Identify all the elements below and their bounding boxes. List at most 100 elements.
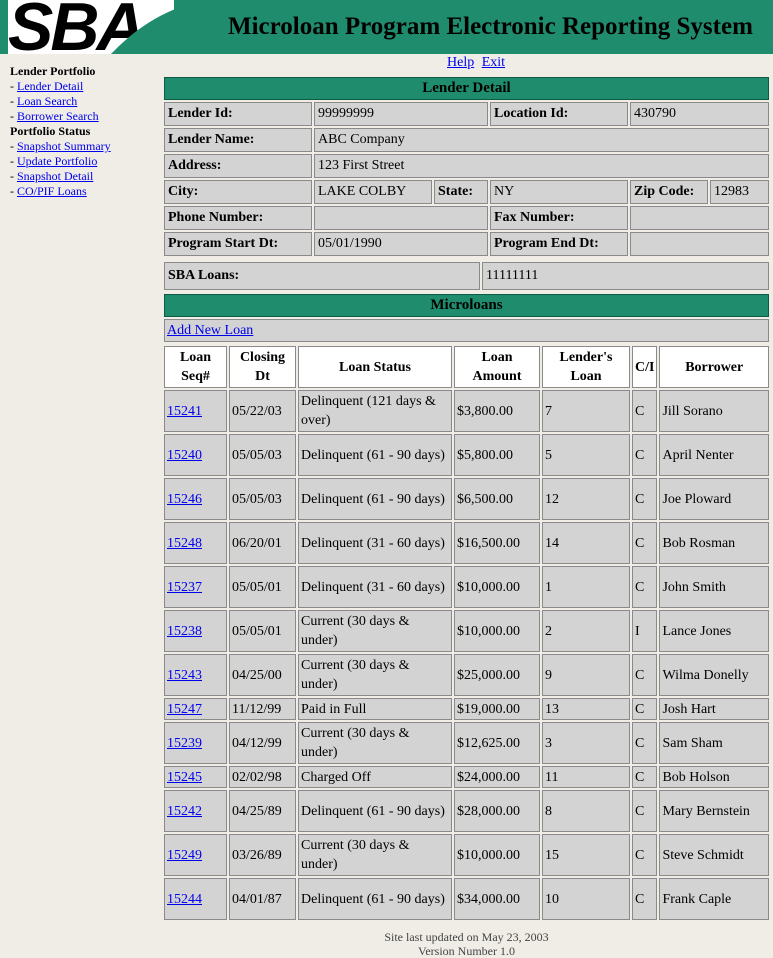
cell-ci-code: C <box>632 522 658 564</box>
lender-id-value: 99999999 <box>314 102 488 126</box>
cell-loan-status: Delinquent (31 - 60 days) <box>298 566 452 608</box>
help-link[interactable]: Help <box>447 55 474 70</box>
cell-ci-code: C <box>632 722 658 764</box>
cell-closing-date: 05/05/03 <box>229 478 296 520</box>
sidebar-item-snapshot-detail[interactable]: Snapshot Detail <box>17 169 93 183</box>
loan-seq-link[interactable]: 15245 <box>167 770 202 785</box>
main-content: Lender Detail Lender Id: 99999999 Locati… <box>162 75 771 922</box>
cell-loan-status: Delinquent (121 days & over) <box>298 390 452 432</box>
loan-seq-link[interactable]: 15243 <box>167 668 202 683</box>
loan-seq-link[interactable]: 15241 <box>167 404 202 419</box>
cell-loan-seq-link[interactable]: 15237 <box>164 566 227 608</box>
cell-loan-status: Current (30 days & under) <box>298 610 452 652</box>
loan-seq-link[interactable]: 15246 <box>167 492 202 507</box>
footer: Site last updated on May 23, 2003 Versio… <box>162 930 771 958</box>
cell-borrower-name: Sam Sham <box>659 722 769 764</box>
cell-lenders-loan: 12 <box>542 478 630 520</box>
cell-lenders-loan: 11 <box>542 766 630 788</box>
cell-borrower-name: April Nenter <box>659 434 769 476</box>
sidebar-section-portfolio-status: Portfolio Status <box>10 124 91 138</box>
cell-loan-seq-link[interactable]: 15247 <box>164 698 227 720</box>
program-start-label: Program Start Dt: <box>164 232 312 256</box>
col-loan-amount: Loan Amount <box>454 346 540 388</box>
cell-borrower-name: Frank Caple <box>659 878 769 920</box>
sidebar-item-update-portfolio[interactable]: Update Portfolio <box>17 154 97 168</box>
exit-link[interactable]: Exit <box>482 55 505 70</box>
cell-ci-code: C <box>632 654 658 696</box>
cell-lenders-loan: 8 <box>542 790 630 832</box>
table-row: 15238 05/05/01 Current (30 days & under) $1… <box>164 610 769 652</box>
sba-loans-label: SBA Loans: <box>164 262 480 290</box>
add-new-loan-link[interactable]: Add New Loan <box>167 323 253 338</box>
loan-seq-link[interactable]: 15244 <box>167 892 202 907</box>
cell-loan-amount: $10,000.00 <box>454 834 540 876</box>
cell-loan-status: Paid in Full <box>298 698 452 720</box>
cell-lenders-loan: 15 <box>542 834 630 876</box>
loan-seq-link[interactable]: 15249 <box>167 848 202 863</box>
cell-lenders-loan: 7 <box>542 390 630 432</box>
cell-loan-amount: $10,000.00 <box>454 566 540 608</box>
cell-closing-date: 04/01/87 <box>229 878 296 920</box>
add-loan-row: Add New Loan <box>164 319 769 342</box>
cell-ci-code: C <box>632 790 658 832</box>
loan-seq-link[interactable]: 15240 <box>167 448 202 463</box>
fax-value <box>630 206 769 230</box>
table-row: 15244 04/01/87 Delinquent (61 - 90 days) $3… <box>164 878 769 920</box>
cell-lenders-loan: 14 <box>542 522 630 564</box>
cell-borrower-name: Wilma Donelly <box>659 654 769 696</box>
cell-loan-seq-link[interactable]: 15241 <box>164 390 227 432</box>
cell-loan-status: Current (30 days & under) <box>298 654 452 696</box>
cell-loan-seq-link[interactable]: 15243 <box>164 654 227 696</box>
cell-loan-seq-link[interactable]: 15246 <box>164 478 227 520</box>
location-id-label: Location Id: <box>490 102 628 126</box>
cell-closing-date: 06/20/01 <box>229 522 296 564</box>
loan-seq-link[interactable]: 15242 <box>167 804 202 819</box>
cell-ci-code: C <box>632 834 658 876</box>
cell-lenders-loan: 1 <box>542 566 630 608</box>
table-row: 15246 05/05/03 Delinquent (61 - 90 days) $6… <box>164 478 769 520</box>
table-row: 15239 04/12/99 Current (30 days & under) $1… <box>164 722 769 764</box>
cell-loan-amount: $24,000.00 <box>454 766 540 788</box>
cell-ci-code: C <box>632 478 658 520</box>
col-lenders-loan: Lender's Loan <box>542 346 630 388</box>
cell-loan-seq-link[interactable]: 15238 <box>164 610 227 652</box>
cell-borrower-name: Josh Hart <box>659 698 769 720</box>
top-links: Help Exit <box>447 55 509 71</box>
cell-ci-code: C <box>632 878 658 920</box>
cell-lenders-loan: 9 <box>542 654 630 696</box>
col-loan-seq: Loan Seq# <box>164 346 227 388</box>
loan-seq-link[interactable]: 15238 <box>167 624 202 639</box>
loan-seq-link[interactable]: 15237 <box>167 580 202 595</box>
sidebar-item-snapshot-summary[interactable]: Snapshot Summary <box>17 139 111 153</box>
sba-loans-value: 11111111 <box>482 262 769 290</box>
table-row: 15247 11/12/99 Paid in Full $19,000.00 13 C Jo… <box>164 698 769 720</box>
col-ci: C/I <box>632 346 658 388</box>
cell-loan-seq-link[interactable]: 15239 <box>164 722 227 764</box>
cell-loan-seq-link[interactable]: 15244 <box>164 878 227 920</box>
sidebar-item-co-pif-loans[interactable]: CO/PIF Loans <box>17 184 87 198</box>
lender-name-label: Lender Name: <box>164 128 312 152</box>
loan-seq-link[interactable]: 15247 <box>167 702 202 717</box>
cell-loan-seq-link[interactable]: 15240 <box>164 434 227 476</box>
cell-borrower-name: Mary Bernstein <box>659 790 769 832</box>
table-row: 15237 05/05/01 Delinquent (31 - 60 days) $1… <box>164 566 769 608</box>
header-banner: SBA Microloan Program Electronic Reporti… <box>0 0 773 54</box>
table-row: 15242 04/25/89 Delinquent (61 - 90 days) $2… <box>164 790 769 832</box>
cell-loan-seq-link[interactable]: 15248 <box>164 522 227 564</box>
cell-closing-date: 05/22/03 <box>229 390 296 432</box>
cell-loan-seq-link[interactable]: 15242 <box>164 790 227 832</box>
loan-seq-link[interactable]: 15248 <box>167 536 202 551</box>
loan-seq-link[interactable]: 15239 <box>167 736 202 751</box>
cell-ci-code: C <box>632 566 658 608</box>
cell-loan-seq-link[interactable]: 15245 <box>164 766 227 788</box>
col-loan-status: Loan Status <box>298 346 452 388</box>
sidebar-item-lender-detail[interactable]: Lender Detail <box>17 79 83 93</box>
sidebar-item-loan-search[interactable]: Loan Search <box>17 94 77 108</box>
cell-closing-date: 02/02/98 <box>229 766 296 788</box>
table-row: 15248 06/20/01 Delinquent (31 - 60 days) $1… <box>164 522 769 564</box>
cell-closing-date: 05/05/01 <box>229 566 296 608</box>
cell-loan-seq-link[interactable]: 15249 <box>164 834 227 876</box>
cell-loan-status: Current (30 days & under) <box>298 834 452 876</box>
sidebar-item-borrower-search[interactable]: Borrower Search <box>17 109 99 123</box>
cell-ci-code: C <box>632 698 658 720</box>
